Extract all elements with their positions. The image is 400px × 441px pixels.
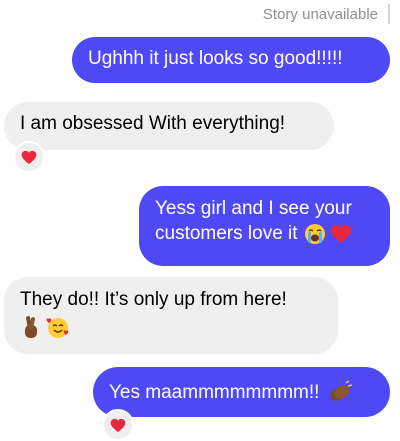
- received-message-bubble[interactable]: I am obsessed With everything!: [4, 102, 334, 150]
- crossed-fingers-icon: [20, 315, 42, 339]
- red-heart-icon: [21, 150, 37, 164]
- clapping-hands-icon: [327, 380, 353, 404]
- smiling-face-with-hearts-icon: [46, 315, 70, 339]
- red-heart-icon: [330, 224, 352, 244]
- message-text-line-2: customers love it: [155, 223, 298, 244]
- message-text: I am obsessed With everything!: [20, 113, 286, 134]
- message-text: They do!! It’s only up from here!: [20, 289, 287, 310]
- heart-reaction[interactable]: [13, 141, 45, 173]
- sent-message-bubble[interactable]: Ughhh it just looks so good!!!!!: [72, 37, 390, 83]
- message-text: Ughhh it just looks so good!!!!!: [88, 48, 343, 69]
- story-status-row: Story unavailable: [263, 4, 390, 24]
- story-unavailable-label: Story unavailable: [262, 5, 378, 23]
- received-message-bubble[interactable]: They do!! It’s only up from here!: [4, 277, 338, 354]
- message-text: Yes maammmmmmmm!!: [109, 381, 320, 403]
- sent-message-bubble[interactable]: Yes maammmmmmmm!!: [93, 367, 390, 417]
- loudly-crying-face-icon: [304, 223, 326, 245]
- heart-reaction[interactable]: [102, 409, 134, 441]
- message-text-line-1: Yess girl and I see your: [155, 198, 352, 219]
- story-divider: [388, 4, 390, 24]
- sent-message-bubble[interactable]: Yess girl and I see your customers love …: [139, 186, 390, 266]
- red-heart-icon: [110, 418, 126, 432]
